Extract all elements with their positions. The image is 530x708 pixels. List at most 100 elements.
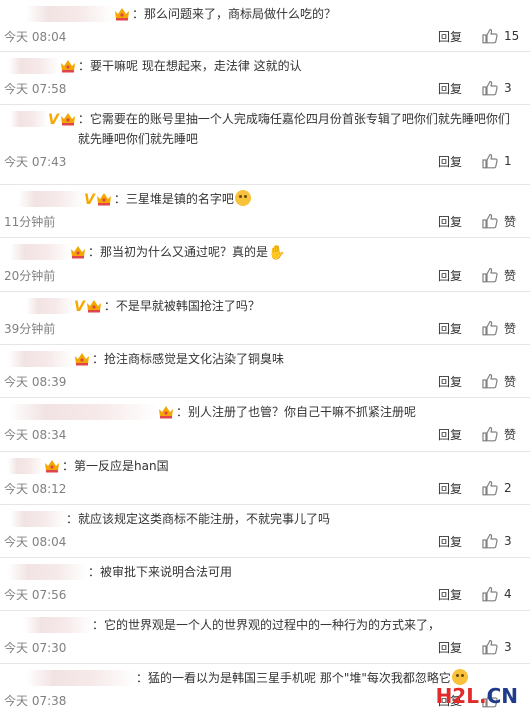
like-count: 4: [504, 587, 512, 601]
emoji-hand-icon: ✋: [268, 245, 286, 261]
comment-item: ：要干嘛呢 现在想起来，走法律 这就的认 今天 07:58 回复 3: [0, 52, 530, 105]
like-count: 赞: [504, 321, 517, 336]
watermark-part1: H2L: [435, 684, 479, 708]
comment-time: 今天 07:56: [4, 587, 67, 602]
like-count: 赞: [504, 427, 517, 442]
comment-list: ：那么问题来了，商标局做什么吃的？ 今天 08:04 回复 15 ：要干嘛呢 现在想起来…: [0, 0, 530, 708]
watermark-part2: CN: [486, 684, 518, 708]
thumbs-up-icon: [482, 373, 498, 389]
like-count: 2: [504, 481, 512, 495]
comment-text: ：就应该规定这类商标不能注册，不就完事儿了吗: [66, 512, 331, 526]
comment-text: ：抢注商标感觉是文化沾染了铜臭味: [92, 352, 285, 366]
thumbs-up-icon: [482, 426, 498, 442]
comment-time: 今天 07:38: [4, 693, 67, 708]
like-button[interactable]: 15: [482, 28, 520, 44]
comment-time: 今天 07:30: [4, 640, 67, 655]
like-count: 赞: [504, 214, 517, 229]
like-count: 15: [504, 29, 520, 43]
like-button[interactable]: 赞: [482, 426, 520, 443]
thumbs-up-icon: [482, 267, 498, 283]
member-crown-icon: [60, 112, 76, 126]
like-count: 3: [504, 640, 512, 654]
username-blurred[interactable]: [24, 617, 92, 633]
username-blurred[interactable]: [8, 564, 88, 580]
comment-time: 今天 07:43: [4, 154, 67, 169]
comment-text: ：它需要在的账号里抽一个人完成嗨任嘉伦四月份首张专辑了吧你们就先睡吧你们就先睡吧…: [77, 112, 510, 146]
comment-text: ：要干嘛呢 现在想起来，走法律 这就的认: [78, 59, 302, 73]
username-blurred[interactable]: [26, 298, 74, 314]
reply-button[interactable]: 回复: [438, 267, 482, 284]
site-watermark-logo: H2L. CN: [436, 684, 518, 708]
like-button[interactable]: 赞: [482, 320, 520, 337]
comment-item: V ：三星堆是镇的名字吧 11分钟前 回复 赞: [0, 185, 530, 238]
comment-text: ：第一反应是han国: [62, 459, 169, 473]
comment-time: 20分钟前: [4, 268, 56, 283]
username-blurred[interactable]: [8, 404, 158, 420]
comment-time: 11分钟前: [4, 214, 56, 229]
comment-time: 39分钟前: [4, 321, 56, 336]
like-button[interactable]: 赞: [482, 373, 520, 390]
like-count: 赞: [504, 374, 517, 389]
comment-item: ：它的世界观是一个人的世界观的过程中的一种行为的方式来了， 今天 07:30 回复 3: [0, 611, 530, 664]
like-button[interactable]: 3: [482, 80, 520, 96]
reply-button[interactable]: 回复: [438, 28, 482, 45]
member-crown-icon: [86, 299, 102, 313]
thumbs-up-icon: [482, 586, 498, 602]
watermark-dot: .: [478, 684, 487, 708]
member-crown-icon: [70, 245, 86, 259]
comment-item: V ：它需要在的账号里抽一个人完成嗨任嘉伦四月份首张专辑了吧你们就先睡吧你们就先睡…: [0, 105, 530, 185]
like-button[interactable]: 1: [482, 153, 520, 169]
member-crown-icon: [96, 192, 112, 206]
username-blurred[interactable]: [10, 111, 48, 127]
comment-time: 今天 08:12: [4, 481, 67, 496]
comment-item: V ：不是早就被韩国抢注了吗？ 39分钟前 回复 赞: [0, 292, 530, 345]
thumbs-up-icon: [482, 533, 498, 549]
reply-button[interactable]: 回复: [438, 373, 482, 390]
username-blurred[interactable]: [8, 458, 44, 474]
reply-button[interactable]: 回复: [438, 426, 482, 443]
username-blurred[interactable]: [10, 244, 70, 260]
comment-time: 今天 08:04: [4, 29, 67, 44]
thumbs-up-icon: [482, 153, 498, 169]
member-crown-icon: [114, 7, 130, 21]
username-blurred[interactable]: [10, 511, 66, 527]
comment-item: ：抢注商标感觉是文化沾染了铜臭味今天 08:39 回复 赞: [0, 345, 530, 398]
reply-button[interactable]: 回复: [438, 320, 482, 337]
thumbs-up-icon: [482, 213, 498, 229]
comment-item: ：被审批下来说明合法可用 今天 07:56 回复 4: [0, 558, 530, 611]
reply-button[interactable]: 回复: [438, 586, 482, 603]
comment-text: ：那么问题来了，商标局做什么吃的？: [132, 7, 337, 21]
username-blurred[interactable]: [8, 351, 74, 367]
comment-time: 今天 08:39: [4, 374, 67, 389]
member-crown-icon: [158, 405, 174, 419]
thumbs-up-icon: [482, 639, 498, 655]
reply-button[interactable]: 回复: [438, 533, 482, 550]
comment-time: 今天 07:58: [4, 81, 67, 96]
like-count: 1: [504, 154, 512, 168]
thumbs-up-icon: [482, 480, 498, 496]
comment-time: 今天 08:34: [4, 427, 67, 442]
reply-button[interactable]: 回复: [438, 639, 482, 656]
comment-item: ：第一反应是han国今天 08:12 回复 2: [0, 452, 530, 505]
reply-button[interactable]: 回复: [438, 153, 482, 170]
comment-item: ：别人注册了也管？你自己干嘛不抓紧注册呢 今天 08:34 回复 赞: [0, 398, 530, 452]
like-button[interactable]: 赞: [482, 267, 520, 284]
username-blurred[interactable]: [18, 191, 84, 207]
member-crown-icon: [74, 352, 90, 366]
member-crown-icon: [60, 59, 76, 73]
like-button[interactable]: 赞: [482, 213, 520, 230]
reply-button[interactable]: 回复: [438, 213, 482, 230]
emoji-face-icon: [234, 190, 251, 206]
like-count: 3: [504, 534, 512, 548]
username-blurred[interactable]: [26, 670, 136, 686]
verified-v-icon: V: [74, 299, 85, 315]
like-button[interactable]: 3: [482, 639, 520, 655]
like-button[interactable]: 4: [482, 586, 520, 602]
like-button[interactable]: 2: [482, 480, 520, 496]
username-blurred[interactable]: [8, 58, 60, 74]
username-blurred[interactable]: [26, 6, 114, 22]
reply-button[interactable]: 回复: [438, 480, 482, 497]
like-button[interactable]: 3: [482, 533, 520, 549]
reply-button[interactable]: 回复: [438, 80, 482, 97]
comment-text: ：三星堆是镇的名字吧: [114, 189, 520, 209]
